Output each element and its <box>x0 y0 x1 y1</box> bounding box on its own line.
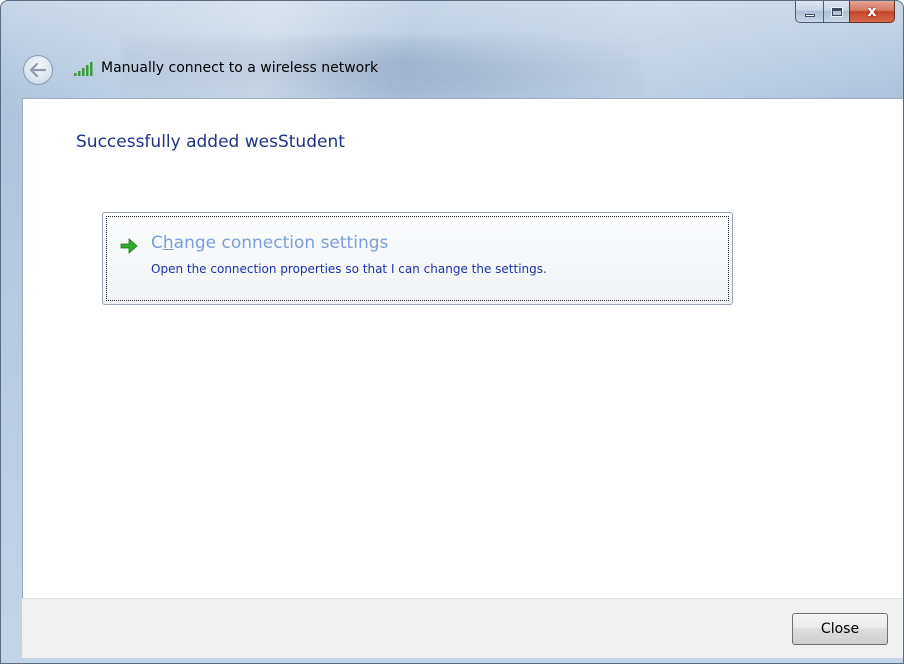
green-arrow-icon <box>120 238 138 254</box>
content-area: Successfully added wesStudent Change con… <box>22 98 903 598</box>
title-prefix: C <box>151 233 163 253</box>
back-arrow-icon <box>29 63 47 77</box>
minimize-icon <box>804 14 815 17</box>
dialog-footer: Close <box>22 598 903 658</box>
focus-rectangle: Change connection settings Open the conn… <box>106 216 729 301</box>
close-button[interactable]: Close <box>792 613 888 645</box>
access-key-letter: h <box>162 233 174 253</box>
minimize-button[interactable] <box>795 1 823 23</box>
wireless-signal-icon <box>74 62 93 76</box>
close-window-button[interactable]: x <box>849 1 895 23</box>
command-link-description: Open the connection properties so that I… <box>151 262 547 276</box>
change-connection-settings-link[interactable]: Change connection settings Open the conn… <box>102 212 733 305</box>
maximize-icon <box>830 6 843 17</box>
caption-buttons: x <box>795 1 895 23</box>
back-button[interactable] <box>23 55 53 85</box>
glass-reflection <box>1 1 903 111</box>
command-link-title: Change connection settings <box>151 233 388 253</box>
main-heading: Successfully added wesStudent <box>76 132 345 152</box>
dialog-window: x Manually connect to a wireless network… <box>0 0 904 664</box>
title-suffix: ange connection settings <box>173 233 389 253</box>
close-icon: x <box>867 3 877 20</box>
maximize-button[interactable] <box>823 1 849 23</box>
wizard-title: Manually connect to a wireless network <box>101 60 379 76</box>
